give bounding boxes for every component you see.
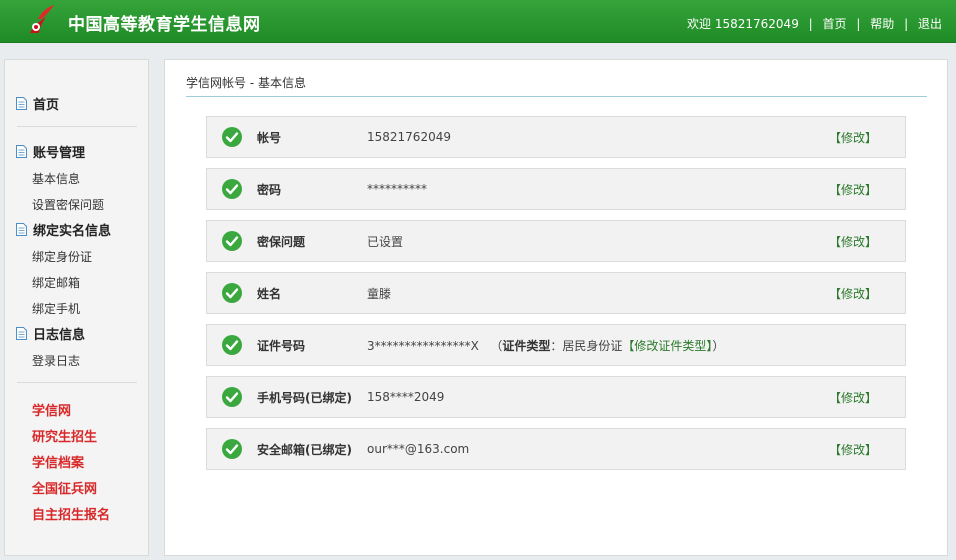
nav-help-link[interactable]: 帮助 xyxy=(870,17,894,31)
link-student-records[interactable]: 学信档案 xyxy=(32,452,84,471)
check-circle-icon xyxy=(222,283,242,303)
row-value: 158****2049 xyxy=(367,390,445,404)
link-conscription[interactable]: 全国征兵网 xyxy=(32,478,97,497)
row-value: 3****************X （证件类型：居民身份证【修改证件类型】） xyxy=(367,337,724,354)
document-icon xyxy=(16,145,27,158)
sidebar: 首页 账号管理 基本信息 设置密保问题 绑定实名信息 绑定身份证 绑定邮箱 绑定… xyxy=(4,59,149,556)
row-value: 15821762049 xyxy=(367,130,451,144)
logo-icon[interactable] xyxy=(24,3,58,37)
modify-email-button[interactable]: 【修改】 xyxy=(829,441,877,458)
row-value: ********** xyxy=(367,182,427,196)
sidebar-section-label: 绑定实名信息 xyxy=(33,224,112,239)
id-type-close-paren: ） xyxy=(712,338,725,353)
info-row-phone: 手机号码(已绑定) 158****2049 【修改】 xyxy=(206,376,906,418)
link-chsi[interactable]: 学信网 xyxy=(32,400,71,419)
modify-phone-button[interactable]: 【修改】 xyxy=(829,389,877,406)
sidebar-section-account[interactable]: 账号管理 xyxy=(16,142,85,161)
sidebar-item-bind-phone[interactable]: 绑定手机 xyxy=(32,300,80,317)
row-label: 安全邮箱(已绑定) xyxy=(257,442,352,457)
modify-id-type-link[interactable]: 【修改证件类型】 xyxy=(622,339,712,353)
check-circle-icon xyxy=(222,127,242,147)
row-label: 密保问题 xyxy=(257,234,306,249)
id-type-colon: ： xyxy=(550,338,563,353)
check-circle-icon xyxy=(222,179,242,199)
sidebar-divider xyxy=(17,382,137,383)
sidebar-item-basic-info[interactable]: 基本信息 xyxy=(32,170,80,187)
sidebar-section-label: 账号管理 xyxy=(33,146,86,161)
id-number-value: 3****************X xyxy=(367,338,479,353)
main-panel: 学信网帐号 - 基本信息 帐号 15821762049 【修改】 密码 ****… xyxy=(164,59,948,556)
document-icon xyxy=(16,97,27,110)
sidebar-item-bind-email[interactable]: 绑定邮箱 xyxy=(32,274,80,291)
check-circle-icon xyxy=(222,231,242,251)
sidebar-section-label: 首页 xyxy=(33,98,60,113)
sidebar-item-security-question[interactable]: 设置密保问题 xyxy=(32,196,104,213)
top-header: 中国高等教育学生信息网 欢迎 15821762049 | 首页 | 帮助 | 退… xyxy=(0,0,956,43)
site-title: 中国高等教育学生信息网 xyxy=(68,15,261,35)
row-label: 帐号 xyxy=(257,130,282,145)
row-value: 已设置 xyxy=(367,234,404,249)
sidebar-section-label: 日志信息 xyxy=(33,328,86,343)
breadcrumb-divider xyxy=(186,96,927,97)
modify-security-question-button[interactable]: 【修改】 xyxy=(829,233,877,250)
row-value: 童滕 xyxy=(367,286,392,301)
breadcrumb: 学信网帐号 - 基本信息 xyxy=(186,76,306,90)
info-row-security-question: 密保问题 已设置 【修改】 xyxy=(206,220,906,262)
check-circle-icon xyxy=(222,439,242,459)
info-row-email: 安全邮箱(已绑定) our***@163.com 【修改】 xyxy=(206,428,906,470)
row-label: 姓名 xyxy=(257,286,282,301)
info-row-password: 密码 ********** 【修改】 xyxy=(206,168,906,210)
link-independent-admission[interactable]: 自主招生报名 xyxy=(32,504,110,523)
welcome-text: 欢迎 15821762049 xyxy=(687,17,799,31)
nav-home-link[interactable]: 首页 xyxy=(823,17,847,31)
row-label: 手机号码(已绑定) xyxy=(257,390,352,405)
sidebar-item-bind-id[interactable]: 绑定身份证 xyxy=(32,248,92,265)
id-type-label: 证件类型 xyxy=(502,338,551,353)
modify-password-button[interactable]: 【修改】 xyxy=(829,181,877,198)
info-row-id-number: 证件号码 3****************X （证件类型：居民身份证【修改证件… xyxy=(206,324,906,366)
row-label: 证件号码 xyxy=(257,338,306,353)
id-type-value: 居民身份证 xyxy=(562,338,623,353)
sidebar-item-home[interactable]: 首页 xyxy=(16,94,59,113)
document-icon xyxy=(16,223,27,236)
sidebar-section-realname[interactable]: 绑定实名信息 xyxy=(16,220,111,239)
check-circle-icon xyxy=(222,335,242,355)
info-row-name: 姓名 童滕 【修改】 xyxy=(206,272,906,314)
id-type-open-paren: （ xyxy=(490,338,503,353)
link-graduate-admissions[interactable]: 研究生招生 xyxy=(32,426,97,445)
top-nav: 欢迎 15821762049 | 首页 | 帮助 | 退出 xyxy=(687,17,942,31)
document-icon xyxy=(16,327,27,340)
sidebar-divider xyxy=(17,126,137,127)
modify-account-button[interactable]: 【修改】 xyxy=(829,129,877,146)
modify-name-button[interactable]: 【修改】 xyxy=(829,285,877,302)
sidebar-item-login-log[interactable]: 登录日志 xyxy=(32,352,80,369)
check-circle-icon xyxy=(222,387,242,407)
info-row-account: 帐号 15821762049 【修改】 xyxy=(206,116,906,158)
nav-logout-link[interactable]: 退出 xyxy=(918,17,942,31)
row-label: 密码 xyxy=(257,182,282,197)
row-value: our***@163.com xyxy=(367,442,470,456)
sidebar-section-logs[interactable]: 日志信息 xyxy=(16,324,85,343)
